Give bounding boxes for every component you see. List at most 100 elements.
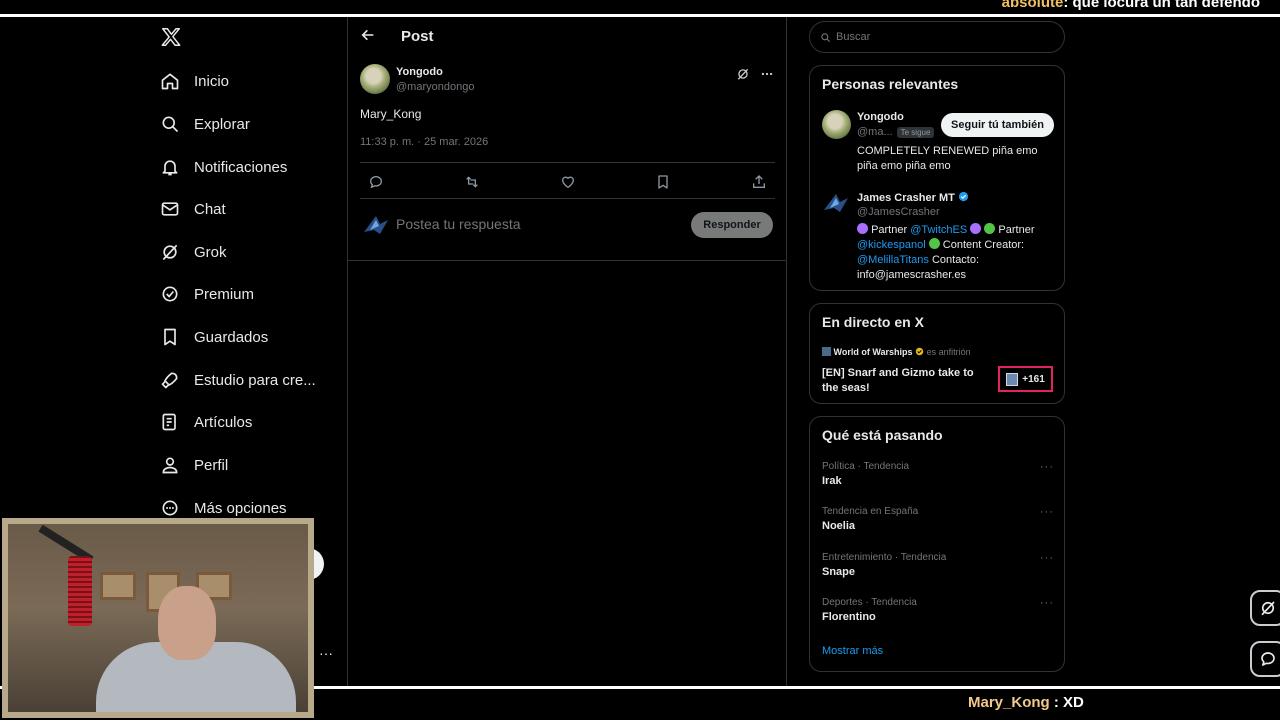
- trend-name[interactable]: Snape: [822, 566, 855, 578]
- person-bio: Partner @TwitchES Partner @kickespanol C…: [857, 223, 1057, 283]
- listener-avatar-icon: [1006, 372, 1019, 386]
- article-icon: [150, 412, 190, 432]
- post-timestamp[interactable]: 11:33 p. m. · 25 mar. 2026: [360, 136, 488, 148]
- person-name[interactable]: James Crasher MT: [857, 192, 955, 204]
- mail-icon: [150, 199, 190, 219]
- trend-category: Política · Tendencia: [822, 461, 910, 472]
- purple-circle-icon: [857, 223, 868, 234]
- sidebar-item-explorar[interactable]: Explorar: [150, 104, 250, 144]
- bio-link[interactable]: @TwitchES: [910, 224, 967, 236]
- bookmark-icon[interactable]: [652, 171, 674, 193]
- show-more-link[interactable]: Mostrar más: [822, 645, 883, 657]
- author-name[interactable]: Yongodo: [396, 66, 443, 78]
- live-on-x-card[interactable]: En directo en X World of Warships es anf…: [809, 303, 1065, 404]
- trend-more-icon[interactable]: ···: [1040, 506, 1054, 518]
- post-text: Mary_Kong: [360, 107, 422, 121]
- gold-verified-icon: [915, 347, 924, 356]
- sidebar-item-guardados[interactable]: Guardados: [150, 317, 268, 357]
- more-options-icon[interactable]: [760, 67, 774, 86]
- reply-button[interactable]: Responder: [691, 212, 773, 238]
- sidebar-item-inicio[interactable]: Inicio: [150, 61, 229, 101]
- back-arrow-icon[interactable]: [360, 27, 376, 48]
- stream-top-chat: absolute: que locura un tan defendo: [1002, 0, 1260, 11]
- post-header: Post: [348, 17, 786, 57]
- grok-float-button[interactable]: [1250, 590, 1280, 626]
- host-name: World of Warships: [833, 347, 913, 357]
- webcam-overlay: [2, 518, 314, 718]
- bio-text: Contacto:: [931, 254, 980, 266]
- chat-float-button[interactable]: [1250, 641, 1280, 677]
- sidebar-item-label: Notificaciones: [194, 158, 288, 176]
- bookmark-icon: [150, 327, 190, 347]
- purple-circle-icon: [970, 223, 982, 234]
- trend-name[interactable]: Irak: [822, 475, 842, 487]
- person-handle-row: @ma... Te sigue: [857, 126, 935, 138]
- follows-you-badge: Te sigue: [896, 126, 935, 138]
- follow-back-button[interactable]: Seguir tú también: [941, 113, 1054, 137]
- bio-link[interactable]: @MelillaTitans: [857, 254, 929, 266]
- x-logo-icon[interactable]: [160, 26, 184, 50]
- person-name-row: James Crasher MT: [857, 191, 969, 204]
- bio-link[interactable]: @kickespanol: [857, 239, 926, 251]
- sidebar-item-perfil[interactable]: Perfil: [150, 445, 228, 485]
- streamer-face: [158, 586, 216, 660]
- reply-icon[interactable]: [365, 171, 387, 193]
- rocket-icon: [150, 370, 190, 390]
- trend-name[interactable]: Florentino: [822, 611, 876, 623]
- person-avatar[interactable]: [822, 190, 850, 223]
- sidebar-item-estudio[interactable]: Estudio para cre...: [150, 360, 316, 400]
- bell-icon: [150, 157, 190, 177]
- person-handle[interactable]: @JamesCrasher: [857, 206, 940, 218]
- person-name[interactable]: Yongodo: [857, 111, 904, 123]
- more-circle-icon: [150, 498, 190, 518]
- trend-more-icon[interactable]: ···: [1040, 597, 1054, 609]
- search-icon: [150, 114, 190, 134]
- host-avatar-icon: [822, 347, 831, 356]
- green-circle-icon: [984, 223, 996, 234]
- home-icon: [150, 71, 190, 91]
- person-avatar[interactable]: [822, 110, 851, 139]
- card-title: Personas relevantes: [822, 76, 959, 92]
- bio-text: info@jamescrasher.es: [857, 269, 966, 281]
- divider: [348, 260, 786, 261]
- trend-more-icon[interactable]: ···: [1040, 461, 1054, 473]
- author-avatar[interactable]: [360, 64, 390, 94]
- like-icon[interactable]: [557, 171, 579, 193]
- sidebar-item-label: Estudio para cre...: [194, 371, 316, 389]
- reply-input[interactable]: [396, 216, 666, 232]
- sidebar-item-articulos[interactable]: Artículos: [150, 402, 252, 442]
- chat-user: Mary_Kong: [968, 694, 1050, 711]
- repost-icon[interactable]: [461, 171, 483, 193]
- trend-more-icon[interactable]: ···: [1040, 552, 1054, 564]
- trend-category: Deportes · Tendencia: [822, 597, 917, 608]
- sidebar-item-label: Grok: [194, 243, 227, 261]
- trend-category: Entretenimiento · Tendencia: [822, 552, 947, 563]
- grok-icon: [150, 242, 190, 262]
- host-role: es anfitrión: [926, 347, 971, 357]
- bio-text: Partner: [871, 224, 911, 236]
- account-more-icon[interactable]: ···: [319, 645, 333, 661]
- sidebar-item-chat[interactable]: Chat: [150, 189, 226, 229]
- share-icon[interactable]: [748, 171, 770, 193]
- chat-text: : que locura un tan defendo: [1063, 0, 1260, 11]
- live-stream-title: [EN] Snarf and Gizmo take to the seas!: [822, 367, 974, 394]
- green-circle-icon: [928, 238, 940, 249]
- trend-category: Tendencia en España: [822, 506, 919, 517]
- card-title: En directo en X: [822, 314, 924, 330]
- live-host: World of Warships es anfitrión: [822, 347, 971, 357]
- sidebar-item-notificaciones[interactable]: Notificaciones: [150, 147, 287, 187]
- sidebar-item-premium[interactable]: Premium: [150, 274, 254, 314]
- wall-picture: [100, 572, 136, 600]
- author-handle[interactable]: @maryondongo: [396, 81, 474, 93]
- bio-text: Content Creator:: [942, 239, 1025, 251]
- search-box[interactable]: Buscar: [809, 21, 1065, 53]
- person-handle[interactable]: @ma...: [857, 126, 893, 138]
- trend-name[interactable]: Noelia: [822, 520, 855, 532]
- sidebar-item-grok[interactable]: Grok: [150, 232, 227, 272]
- grok-icon[interactable]: [736, 67, 750, 86]
- person-bio: COMPLETELY RENEWED piña emo piña emo piñ…: [857, 145, 1038, 172]
- listener-count: +161: [998, 366, 1053, 392]
- sidebar-item-label: Más opciones: [194, 499, 287, 517]
- relevant-people-card: Personas relevantes Yongodo @ma... Te sig…: [809, 65, 1065, 291]
- chat-user: absolute: [1001, 0, 1064, 11]
